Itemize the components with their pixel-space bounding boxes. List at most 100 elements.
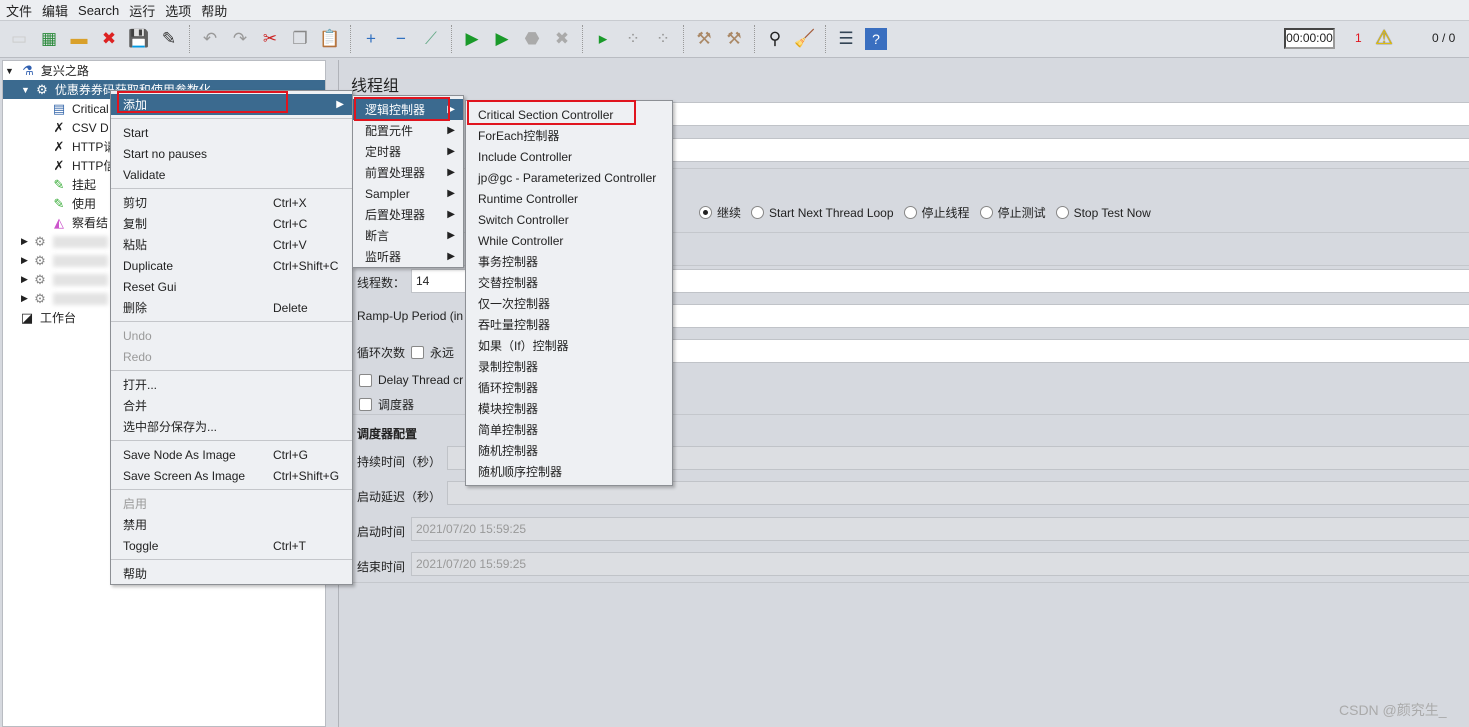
logic-controller-item[interactable]: While Controller: [466, 230, 672, 251]
logic-controller-item[interactable]: Include Controller: [466, 146, 672, 167]
menu-search[interactable]: Search: [78, 3, 119, 18]
context-menu-item[interactable]: 剪切 Ctrl+X: [111, 192, 352, 213]
redo-icon[interactable]: ↷: [229, 28, 251, 50]
stop-icon[interactable]: ⬣: [521, 28, 543, 50]
context-menu-item[interactable]: Start: [111, 122, 352, 143]
logic-controller-item[interactable]: jp@gc - Parameterized Controller: [466, 167, 672, 188]
context-menu-item[interactable]: 帮助: [111, 563, 352, 584]
tree-node[interactable]: ✗ HTTP信: [51, 156, 116, 175]
undo-icon[interactable]: ↶: [199, 28, 221, 50]
end-time-input[interactable]: 2021/07/20 15:59:25: [411, 552, 1469, 576]
tree-node[interactable]: ▤ Critical: [51, 99, 109, 118]
rampup-input[interactable]: [669, 304, 1469, 328]
start-icon[interactable]: ▶: [461, 28, 483, 50]
logic-controller-item[interactable]: 交替控制器: [466, 272, 672, 293]
menu-options[interactable]: 选项: [165, 1, 191, 20]
context-menu-item[interactable]: Save Screen As Image Ctrl+Shift+G: [111, 465, 352, 486]
save-icon[interactable]: 💾: [128, 28, 150, 50]
menu-run[interactable]: 运行: [129, 1, 155, 20]
copy-icon[interactable]: ❐: [289, 28, 311, 50]
comments-input[interactable]: [669, 138, 1469, 162]
tree-node[interactable]: ✎ 使用: [51, 194, 96, 213]
tree-node[interactable]: ✗ HTTP请: [51, 137, 116, 156]
context-menu-item[interactable]: 打开...: [111, 374, 352, 395]
remote-stop-icon[interactable]: ⁘: [622, 28, 644, 50]
tree-node-root[interactable]: ▼ ⚗ 复兴之路: [5, 61, 89, 80]
context-menu-item[interactable]: Save Node As Image Ctrl+G: [111, 444, 352, 465]
tree-node-collapsed[interactable]: ▶ ⚙: [21, 232, 108, 251]
logic-controller-item[interactable]: ForEach控制器: [466, 125, 672, 146]
collapse-icon[interactable]: −: [390, 28, 412, 50]
logic-controller-item[interactable]: 模块控制器: [466, 398, 672, 419]
tree-node[interactable]: ✎ 挂起: [51, 175, 96, 194]
logic-controller-item[interactable]: 仅一次控制器: [466, 293, 672, 314]
reset-search-icon[interactable]: 🧹: [794, 28, 816, 50]
add-submenu-item[interactable]: 配置元件 ▶: [353, 120, 463, 141]
function-helper-icon[interactable]: ☰: [835, 28, 857, 50]
warning-icon[interactable]: ⚠: [1375, 25, 1393, 50]
context-menu-item[interactable]: Toggle Ctrl+T: [111, 535, 352, 556]
expand-icon[interactable]: +: [360, 28, 382, 50]
context-menu-item[interactable]: Reset Gui: [111, 276, 352, 297]
templates-icon[interactable]: ▦: [38, 28, 60, 50]
radio-stop-test[interactable]: [979, 206, 993, 219]
tree-node-collapsed[interactable]: ▶ ⚙: [21, 270, 108, 289]
paste-icon[interactable]: 📋: [319, 28, 341, 50]
menu-file[interactable]: 文件: [6, 1, 32, 20]
tree-node-collapsed[interactable]: ▶ ⚙: [21, 289, 108, 308]
close-icon[interactable]: ✖: [98, 28, 120, 50]
start-time-input[interactable]: 2021/07/20 15:59:25: [411, 517, 1469, 541]
logic-controller-item[interactable]: 简单控制器: [466, 419, 672, 440]
menu-help[interactable]: 帮助: [201, 1, 227, 20]
logic-controller-item[interactable]: 吞吐量控制器: [466, 314, 672, 335]
logic-controller-item[interactable]: 随机控制器: [466, 440, 672, 461]
logic-controller-item[interactable]: Switch Controller: [466, 209, 672, 230]
new-icon[interactable]: ▭: [8, 28, 30, 50]
remote-exit-icon[interactable]: ⁘: [652, 28, 674, 50]
open-icon[interactable]: ▬: [68, 28, 90, 50]
add-submenu-item[interactable]: 前置处理器 ▶: [353, 162, 463, 183]
add-submenu-item[interactable]: Sampler ▶: [353, 183, 463, 204]
logic-controller-item[interactable]: 事务控制器: [466, 251, 672, 272]
loop-input[interactable]: [669, 339, 1469, 363]
context-menu-item[interactable]: 禁用: [111, 514, 352, 535]
tree-node-collapsed[interactable]: ▶ ⚙: [21, 251, 108, 270]
context-menu-item[interactable]: 删除 Delete: [111, 297, 352, 318]
logic-controller-item[interactable]: 录制控制器: [466, 356, 672, 377]
tree-node[interactable]: ✗ CSV D: [51, 118, 109, 137]
shutdown-icon[interactable]: ✖: [551, 28, 573, 50]
radio-stop-thread[interactable]: [903, 206, 917, 219]
add-submenu-item[interactable]: 监听器 ▶: [353, 246, 463, 267]
context-menu-item[interactable]: 合并: [111, 395, 352, 416]
name-input[interactable]: [669, 102, 1469, 126]
clear-all-icon[interactable]: ⚒: [723, 28, 745, 50]
add-submenu-item[interactable]: 定时器 ▶: [353, 141, 463, 162]
context-menu-item[interactable]: Validate: [111, 164, 352, 185]
radio-start-next-loop[interactable]: [751, 206, 765, 219]
logic-controller-item[interactable]: 随机顺序控制器: [466, 461, 672, 482]
logic-controller-item[interactable]: 如果（If）控制器: [466, 335, 672, 356]
cut-icon[interactable]: ✂: [259, 28, 281, 50]
delay-checkbox[interactable]: [359, 373, 372, 387]
add-submenu-item[interactable]: 断言 ▶: [353, 225, 463, 246]
context-menu-item[interactable]: 复制 Ctrl+C: [111, 213, 352, 234]
context-menu-item[interactable]: Redo: [111, 346, 352, 367]
context-menu-item[interactable]: Start no pauses: [111, 143, 352, 164]
logic-controller-item[interactable]: 循环控制器: [466, 377, 672, 398]
toggle-icon[interactable]: ⟋: [420, 28, 442, 50]
forever-checkbox[interactable]: [411, 346, 425, 359]
logic-controller-item[interactable]: Runtime Controller: [466, 188, 672, 209]
add-submenu-item[interactable]: 后置处理器 ▶: [353, 204, 463, 225]
help-icon[interactable]: ?: [865, 28, 887, 50]
context-menu-item[interactable]: 选中部分保存为...: [111, 416, 352, 437]
tree-node-workbench[interactable]: ◪ 工作台: [19, 308, 76, 327]
save-as-icon[interactable]: ✎: [158, 28, 180, 50]
context-menu-item[interactable]: 启用: [111, 493, 352, 514]
context-menu-item[interactable]: 粘贴 Ctrl+V: [111, 234, 352, 255]
search-icon[interactable]: ⚲: [764, 28, 786, 50]
start-no-pauses-icon[interactable]: ▶: [491, 28, 513, 50]
radio-stop-test-now[interactable]: [1055, 206, 1069, 219]
context-menu-item[interactable]: Undo: [111, 325, 352, 346]
tree-node[interactable]: ◭ 察看结: [51, 213, 108, 232]
remote-start-icon[interactable]: ▸: [592, 28, 614, 50]
